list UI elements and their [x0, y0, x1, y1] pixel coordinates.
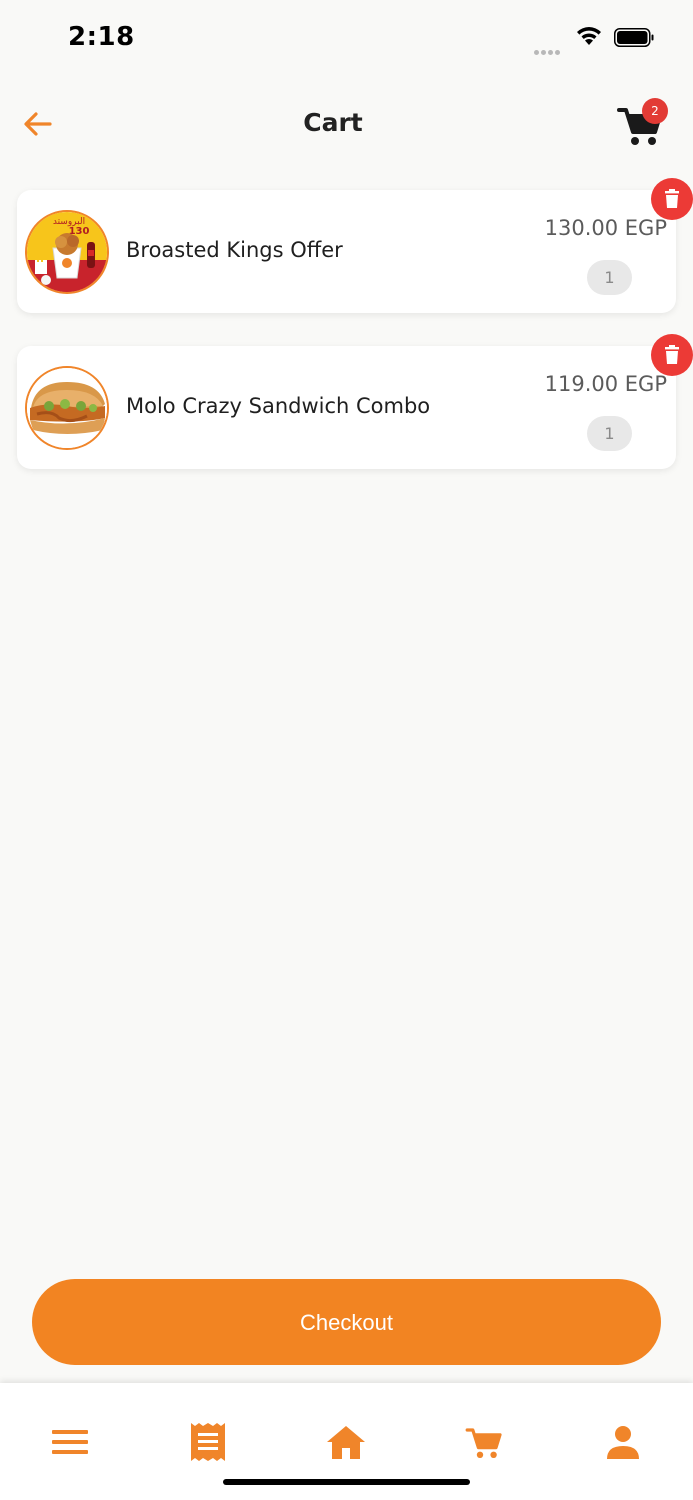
nav-profile-icon[interactable] — [601, 1420, 645, 1464]
status-bar: 2:18 — [0, 0, 693, 80]
checkout-button[interactable]: Checkout — [32, 1279, 661, 1365]
nav-cart-icon[interactable] — [462, 1420, 506, 1464]
delete-button[interactable] — [651, 334, 693, 376]
person-icon — [607, 1426, 639, 1459]
receipt-icon — [191, 1423, 225, 1461]
nav-menu-icon[interactable] — [48, 1420, 92, 1464]
page-title: Cart — [303, 108, 363, 137]
item-image-broasted-kings: البروستد 130 — [25, 210, 109, 294]
nav-home-icon[interactable] — [324, 1420, 368, 1464]
menu-icon — [52, 1430, 88, 1454]
cart-icon — [465, 1428, 502, 1458]
item-price: 119.00 EGP — [544, 372, 667, 396]
signal-icon — [534, 40, 562, 59]
item-name: Molo Crazy Sandwich Combo — [126, 394, 431, 418]
header: Cart — [0, 92, 693, 158]
nav-orders-icon[interactable] — [186, 1420, 230, 1464]
quantity-field[interactable]: 1 — [587, 416, 632, 451]
home-indicator — [223, 1479, 470, 1485]
trash-icon — [665, 345, 679, 364]
item-price: 130.00 EGP — [544, 216, 667, 240]
item-name: Broasted Kings Offer — [126, 238, 343, 262]
home-icon — [327, 1426, 365, 1459]
item-image-molo-sandwich — [25, 366, 109, 450]
status-time: 2:18 — [68, 22, 135, 52]
cart-badge: 2 — [642, 98, 668, 124]
wifi-icon — [577, 27, 601, 45]
delete-button[interactable] — [651, 178, 693, 220]
trash-icon — [665, 189, 679, 208]
battery-icon — [614, 28, 654, 47]
cart-item[interactable]: البروستد 130 Broasted Kings Offer 130.00… — [17, 178, 693, 313]
cart-item[interactable]: Molo Crazy Sandwich Combo 119.00 EGP 1 — [17, 334, 693, 469]
quantity-field[interactable]: 1 — [587, 260, 632, 295]
